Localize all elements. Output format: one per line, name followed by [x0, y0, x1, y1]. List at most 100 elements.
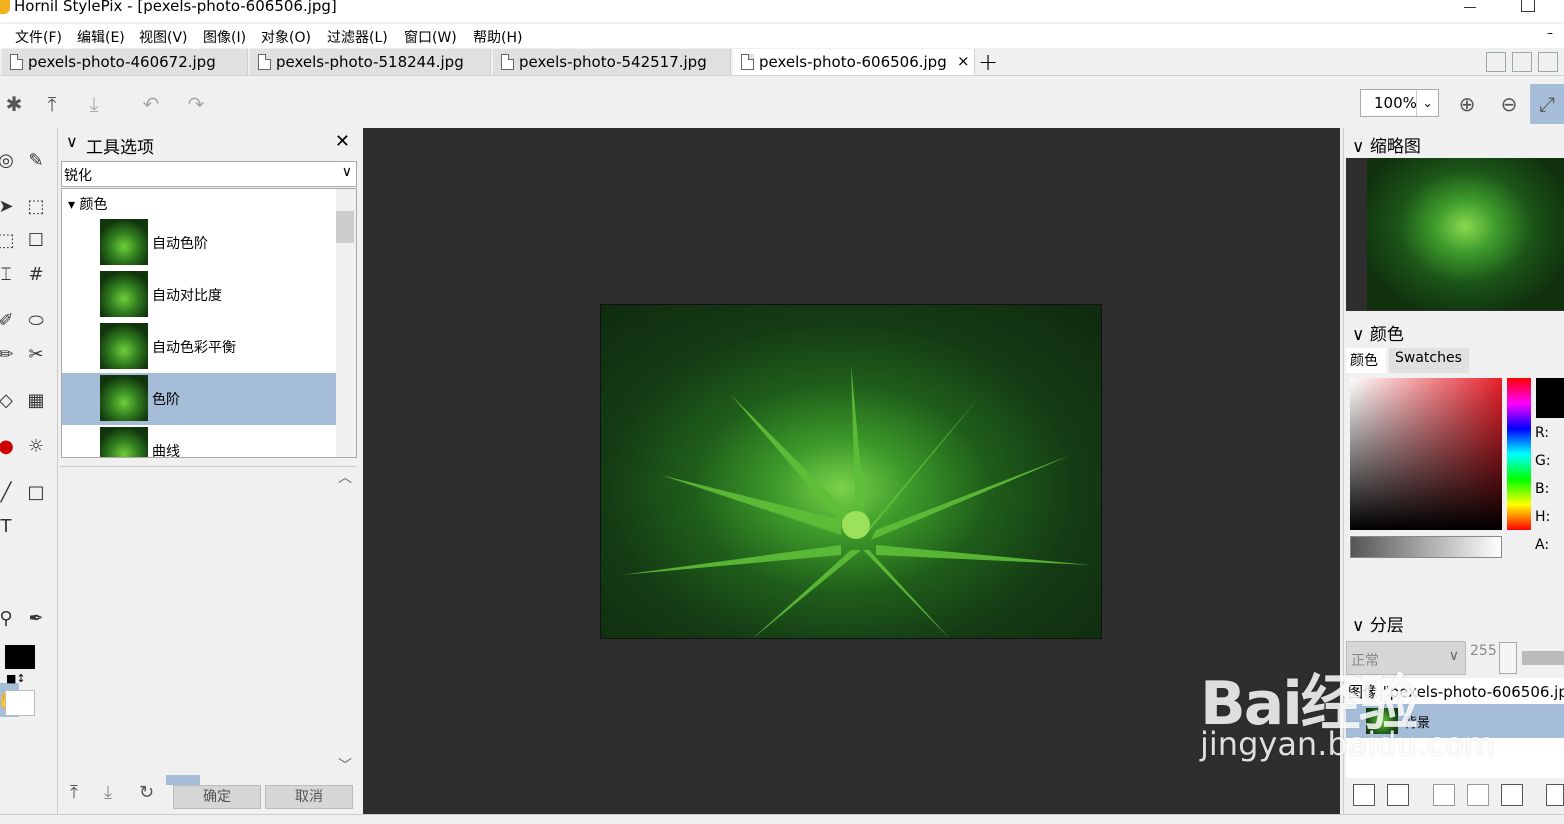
pointer-tool-icon[interactable]: ➤ — [0, 194, 18, 218]
eraser-tool-icon[interactable]: ⬭ — [24, 308, 48, 332]
duplicate-layer-icon[interactable] — [1467, 784, 1489, 806]
import-icon[interactable]: ⤓ — [104, 782, 112, 803]
text-tool-icon[interactable]: T — [0, 514, 18, 538]
status-bar — [0, 814, 1564, 824]
fit-to-window-button[interactable]: ⤢ — [1530, 84, 1564, 124]
clip-tool-icon[interactable]: ✎ — [24, 148, 48, 172]
crop-tool-icon[interactable]: # — [24, 262, 48, 286]
new-tab-icon[interactable]: + — [978, 48, 998, 76]
tab-document-3[interactable]: pexels-photo-542517.jpg — [493, 49, 731, 75]
menu-image[interactable]: 图像(I) — [203, 27, 246, 47]
background-color-swatch[interactable] — [5, 690, 35, 716]
new-group-icon[interactable] — [1387, 784, 1409, 806]
color-header[interactable]: ∨ 颜色 — [1352, 320, 1404, 345]
layer-options-icon[interactable] — [1546, 784, 1564, 806]
rect-select-icon[interactable]: ⬚ — [0, 228, 18, 252]
layout-image-icon[interactable] — [1538, 52, 1558, 72]
lasso-select-icon[interactable]: ☐ — [24, 228, 48, 252]
merge-layer-icon[interactable] — [1433, 784, 1455, 806]
shape-tool-icon[interactable]: □ — [24, 480, 48, 504]
layout-tree-icon[interactable] — [1512, 52, 1532, 72]
export-icon[interactable]: ⤒ — [70, 782, 78, 803]
confirm-button[interactable]: 确定 — [173, 785, 261, 809]
eyedropper-tool-icon[interactable]: ✒ — [24, 606, 48, 630]
tab-document-1[interactable]: pexels-photo-460672.jpg — [2, 49, 248, 75]
undo-icon[interactable]: ↶ — [137, 90, 165, 118]
document-tab-bar: pexels-photo-460672.jpg pexels-photo-518… — [0, 48, 1564, 76]
chevron-down-icon[interactable]: ∨ — [66, 132, 78, 151]
zoom-select[interactable]: 100% ⌄ — [1360, 89, 1439, 117]
color-saturation-field[interactable] — [1350, 378, 1502, 530]
close-icon[interactable]: ✕ — [335, 131, 350, 152]
navigator-header[interactable]: ∨ 缩略图 — [1352, 132, 1421, 157]
list-item-selected[interactable]: 色阶 — [62, 373, 336, 425]
menu-window[interactable]: 窗口(W) — [404, 27, 457, 47]
zoom-value: 100% — [1374, 94, 1417, 112]
chevron-down-icon: ∨ — [1448, 648, 1459, 664]
cancel-button[interactable]: 取消 — [265, 785, 353, 809]
swap-colors-icon[interactable]: ■↕ — [6, 672, 26, 685]
line-tool-icon[interactable]: ╱ — [0, 480, 18, 504]
category-color[interactable]: ▾ 颜色 — [68, 194, 107, 214]
pattern-tool-icon[interactable]: ▦ — [24, 388, 48, 412]
scroll-down-icon[interactable]: ﹀ — [338, 755, 352, 775]
menu-filter[interactable]: 过滤器(L) — [327, 27, 388, 47]
tab-color[interactable]: 颜色 — [1346, 348, 1386, 373]
download-icon[interactable]: ⤓ — [80, 90, 108, 118]
app-window: Hornil StylePix - [pexels-photo-606506.j… — [0, 0, 1564, 824]
menu-help[interactable]: 帮助(H) — [473, 27, 522, 47]
redo-icon[interactable]: ↷ — [182, 90, 210, 118]
menu-file[interactable]: 文件(F) — [15, 27, 62, 47]
scroll-up-icon[interactable]: ︿ — [338, 467, 352, 487]
new-file-icon[interactable]: ✱ — [0, 90, 28, 118]
maximize-icon[interactable] — [1521, 0, 1535, 12]
zoom-out-icon[interactable]: ⊖ — [1495, 90, 1523, 118]
clone-tool-icon[interactable]: ✂ — [24, 342, 48, 366]
eye-tool-icon[interactable]: ◎ — [0, 148, 18, 172]
foreground-color-swatch[interactable] — [5, 645, 35, 669]
reset-icon[interactable]: ↻ — [139, 782, 154, 803]
layers-header[interactable]: ∨ 分层 — [1352, 611, 1404, 636]
list-item[interactable]: 自动色阶 — [62, 217, 336, 269]
filter-settings-area: ︿ ﹀ — [60, 466, 356, 778]
tab-document-2[interactable]: pexels-photo-518244.jpg — [250, 49, 491, 75]
zoom-tool-icon[interactable]: ⚲ — [0, 606, 18, 630]
menu-restore-icon[interactable]: – — [1547, 26, 1553, 40]
filter-thumbnail — [100, 219, 148, 265]
list-item[interactable]: 曲线 — [62, 425, 336, 457]
minimize-icon[interactable] — [1463, 0, 1477, 12]
alpha-slider[interactable] — [1350, 536, 1502, 558]
hue-slider[interactable] — [1507, 378, 1531, 530]
menu-edit[interactable]: 编辑(E) — [77, 27, 125, 47]
menu-view[interactable]: 视图(V) — [139, 27, 188, 47]
filter-type-select[interactable]: 锐化 ∨ — [61, 161, 357, 187]
color-title: 颜色 — [1369, 325, 1404, 345]
new-layer-icon[interactable] — [1353, 784, 1375, 806]
scrollbar-thumb[interactable] — [336, 211, 354, 243]
tab-swatches[interactable]: Swatches — [1389, 348, 1469, 373]
delete-layer-icon[interactable] — [1501, 784, 1523, 806]
brightness-tool-icon[interactable]: ☼ — [24, 434, 48, 458]
list-item[interactable]: 自动对比度 — [62, 269, 336, 321]
opacity-stepper[interactable] — [1499, 642, 1517, 674]
layers-title: 分层 — [1369, 616, 1404, 636]
document-image[interactable] — [600, 304, 1102, 639]
layout-settings-icon[interactable] — [1486, 52, 1506, 72]
tab-close-icon[interactable]: × — [957, 52, 970, 70]
tab-label: pexels-photo-460672.jpg — [28, 53, 216, 71]
menu-object[interactable]: 对象(O) — [261, 27, 311, 47]
upload-icon[interactable]: ⤒ — [38, 90, 66, 118]
opacity-slider[interactable] — [1522, 651, 1564, 665]
pencil-tool-icon[interactable]: ✏ — [0, 342, 18, 366]
resize-tool-icon[interactable]: ⌶ — [0, 262, 18, 286]
list-scrollbar[interactable] — [336, 189, 356, 457]
brush-tool-icon[interactable]: ✐ — [0, 308, 18, 332]
redeye-tool-icon[interactable]: ● — [0, 434, 18, 458]
fill-tool-icon[interactable]: ◇ — [0, 388, 18, 412]
channel-a-label: A: — [1535, 537, 1550, 553]
list-item[interactable]: 自动色彩平衡 — [62, 321, 336, 373]
navigator-thumbnail[interactable] — [1367, 158, 1564, 310]
tab-document-active[interactable]: pexels-photo-606506.jpg — [733, 49, 975, 75]
zoom-in-icon[interactable]: ⊕ — [1453, 90, 1481, 118]
transform-tool-icon[interactable]: ⬚ — [24, 194, 48, 218]
